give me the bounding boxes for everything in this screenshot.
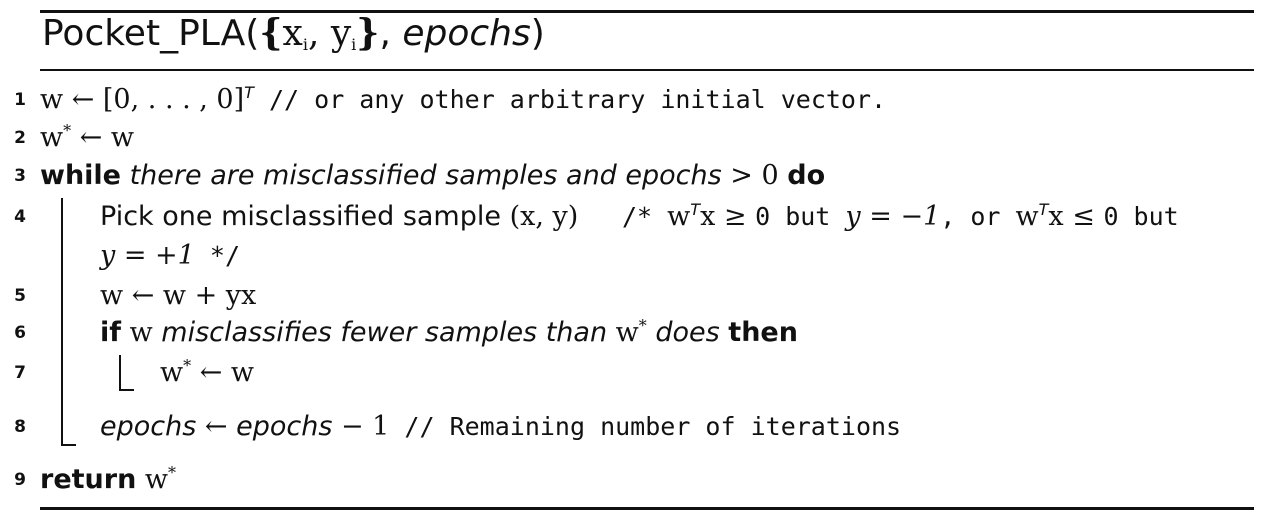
x-ge: x ≥ <box>700 201 756 232</box>
transpose-sup: T <box>1038 200 1049 219</box>
but-text: but <box>1118 202 1179 231</box>
title-x: x <box>282 13 303 54</box>
title-brace-open: { <box>259 12 283 54</box>
w-symbol: w <box>1015 201 1039 232</box>
but-text: but <box>770 202 846 231</box>
while-block-foot <box>61 444 76 446</box>
y-equals-pos: y = +1 <box>100 240 195 271</box>
if-block-foot <box>119 389 134 391</box>
title-rule <box>40 69 1254 71</box>
transpose-sup: T <box>690 200 701 219</box>
title-brace-close: } <box>356 12 380 54</box>
zero: 0 <box>755 202 771 231</box>
algorithm-title: Pocket_PLA({xi, yi}, epochs) <box>42 12 545 54</box>
star-sup: * <box>638 316 647 335</box>
keyword-then: then <box>728 317 798 348</box>
y-equals-neg: y = −1 <box>845 201 941 232</box>
epochs-lhs: epochs <box>100 411 197 442</box>
line-number: 5 <box>14 286 26 306</box>
arrow: ← <box>196 411 237 442</box>
remaining-comment: // Remaining number of iterations <box>389 412 902 441</box>
comment-close: */ <box>194 241 240 270</box>
init-assignment: w ← [0, . . . , 0] <box>40 84 245 115</box>
w-symbol: w <box>121 317 162 348</box>
star-sup: * <box>183 356 192 375</box>
x-le: x ≤ <box>1048 201 1104 232</box>
line-number: 9 <box>14 470 26 490</box>
while-block-bar <box>61 198 63 446</box>
pick-text: Pick one misclassified sample <box>100 201 510 232</box>
title-comma: , <box>379 13 403 54</box>
star-sup: * <box>168 463 176 482</box>
sample-pair: (x, y) <box>509 201 579 232</box>
assign-w: ← w <box>71 122 135 153</box>
assign-w: ← w <box>191 357 255 388</box>
if-block-bar <box>119 355 121 391</box>
keyword-do: do <box>787 160 826 191</box>
w-star: w <box>160 357 184 388</box>
keyword-while: while <box>40 160 121 191</box>
w-symbol: w <box>667 201 691 232</box>
title-name: Pocket_PLA( <box>42 13 260 54</box>
line-number: 2 <box>14 128 26 148</box>
title-y: y <box>330 13 352 54</box>
comment-open: /* <box>622 202 668 231</box>
zero: 0 <box>1103 202 1119 231</box>
w-star: w <box>136 464 168 495</box>
keyword-if: if <box>100 317 122 348</box>
epochs-rhs: epochs <box>236 411 333 442</box>
title-close: ) <box>530 13 545 54</box>
line-number: 7 <box>14 363 26 383</box>
title-sep: , <box>307 13 331 54</box>
minus-one: − 1 <box>332 411 390 442</box>
line-number: 6 <box>14 323 26 343</box>
line-number: 8 <box>14 417 26 437</box>
line-number: 3 <box>14 166 26 186</box>
w-star: w <box>607 317 639 348</box>
or-text: , or <box>940 202 1016 231</box>
keyword-return: return <box>40 464 137 495</box>
bottom-rule <box>40 507 1254 510</box>
if-condition: misclassifies fewer samples than <box>161 317 608 348</box>
if-condition-end: does <box>646 317 720 348</box>
transpose-sup: T <box>244 83 254 102</box>
while-operator: > 0 <box>721 160 788 191</box>
title-param: epochs <box>402 13 531 54</box>
line-number: 4 <box>14 207 26 227</box>
update-rule: w ← w + yx <box>100 280 257 311</box>
star-sup: * <box>63 121 72 140</box>
while-condition: there are misclassified samples and epoc… <box>129 160 722 191</box>
line-number: 1 <box>14 90 26 110</box>
init-comment: // or any other arbitrary initial vector… <box>253 85 887 114</box>
w-star: w <box>40 122 64 153</box>
